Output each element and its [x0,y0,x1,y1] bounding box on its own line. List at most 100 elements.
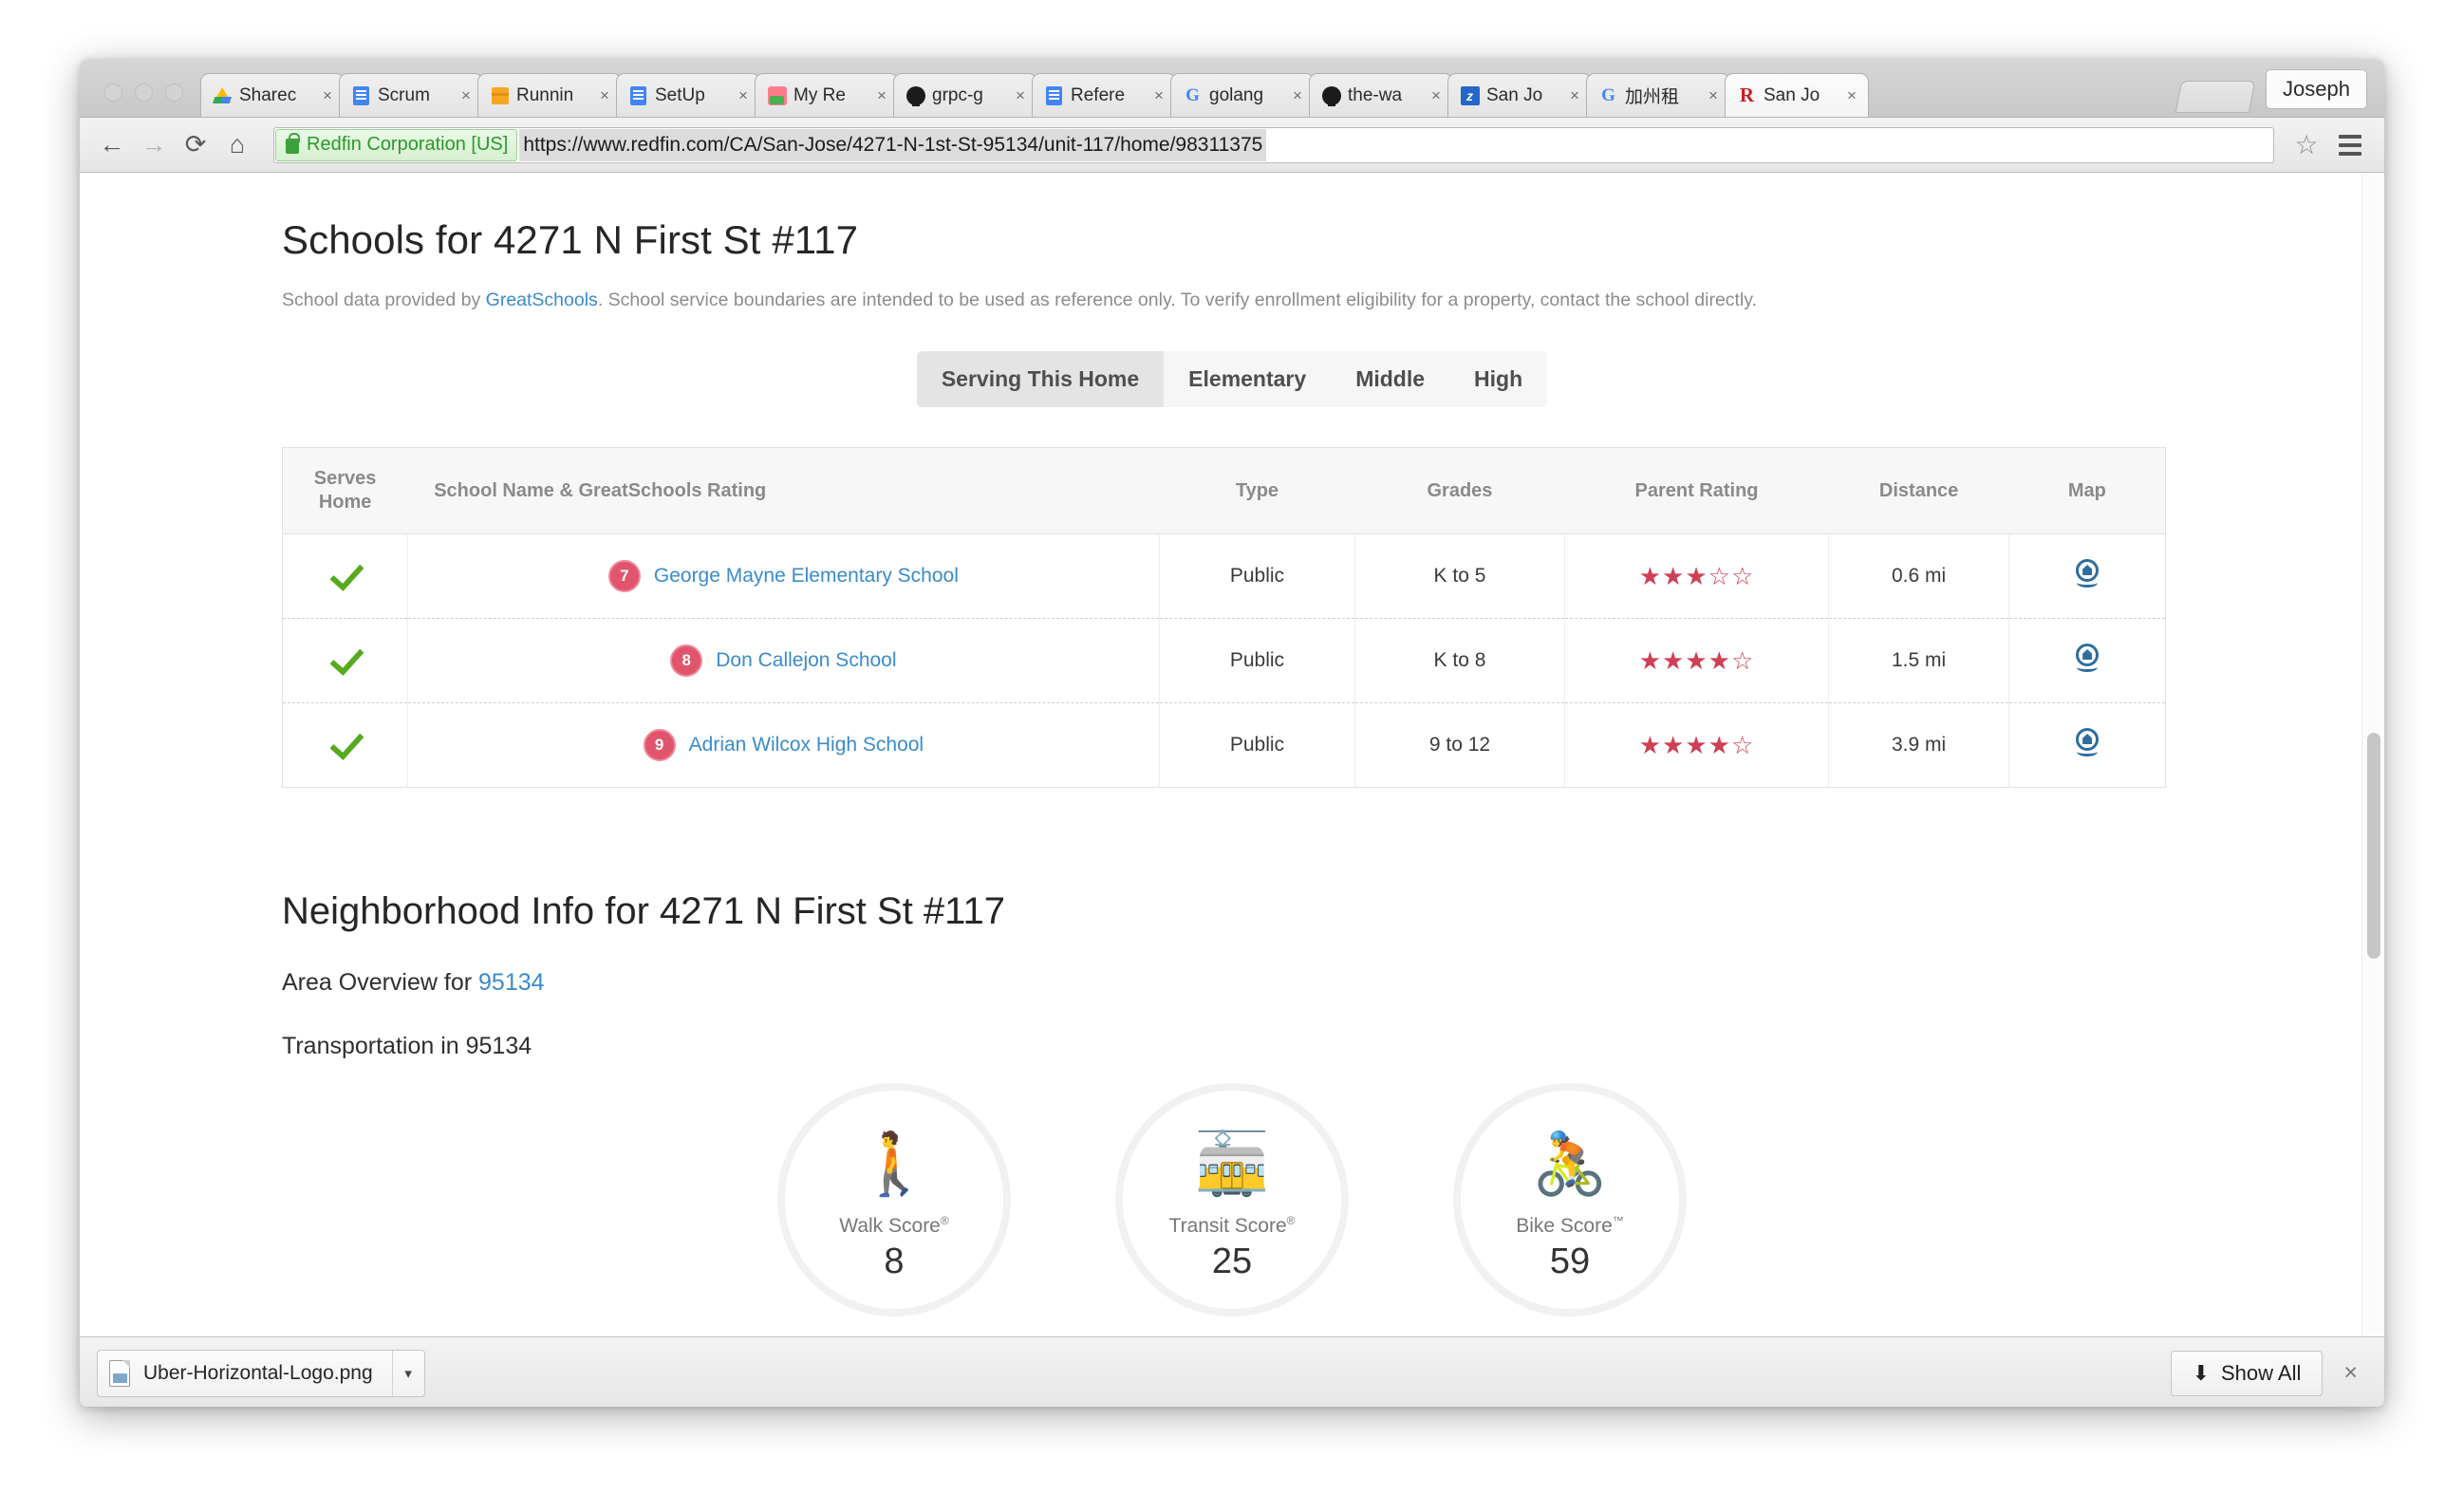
zip-link[interactable]: 95134 [478,969,545,996]
download-file-icon [98,1351,141,1396]
tab-title: Scrum [378,84,430,105]
security-badge[interactable]: Redfin Corporation [US] [275,128,518,161]
tab-title: the-wa [1348,84,1403,105]
web-page-content: Schools for 4271 N First St #117 School … [80,173,2384,1336]
google-docs-icon [628,85,648,105]
check-icon [328,557,361,589]
tab-title: 加州租 [1625,87,1680,107]
security-label: Redfin Corporation [US] [307,134,509,155]
col-map: Map [2008,447,2166,534]
col-serves-home: Serves Home [282,447,408,534]
bookmark-star-icon[interactable]: ☆ [2286,126,2327,164]
minimize-window-button[interactable] [135,84,153,102]
zillow-icon: z [1460,85,1480,105]
close-download-bar-icon[interactable]: × [2338,1359,2363,1387]
tab-close-icon[interactable]: × [871,85,892,106]
star-rating-icon: ★★★☆☆ [1638,561,1755,590]
score-widget[interactable]: 🚶 Walk Score® 8 [777,1083,1011,1317]
tab-close-icon[interactable]: × [594,85,615,106]
google-drive-icon [214,87,232,103]
school-grades-cell: 9 to 12 [1354,702,1566,788]
col-serves-home-line1: Serves [313,468,377,489]
redfin-icon: R [1739,84,1755,106]
github-icon [1321,85,1341,105]
browser-tab[interactable]: Runnin × [477,73,622,117]
check-icon [328,642,361,674]
browser-tab[interactable]: G 加州租 × [1586,73,1730,117]
school-link[interactable]: Don Callejon School [716,649,896,671]
col-serves-home-line2: Home [318,492,372,513]
serves-home-cell [282,533,408,619]
tab-close-icon[interactable]: × [1564,85,1585,106]
page-scrollbar-thumb[interactable] [2367,733,2380,959]
google-drive-icon [213,85,233,105]
table-header-row: Serves Home School Name & GreatSchools R… [282,447,2166,534]
map-pin-icon[interactable] [2074,644,2100,672]
browser-tab[interactable]: Sharec × [200,73,345,117]
serves-home-cell [282,618,408,703]
download-caret-icon[interactable]: ▾ [391,1350,424,1396]
school-link[interactable]: George Mayne Elementary School [654,565,959,587]
browser-tab[interactable]: Scrum × [339,73,483,117]
tab-close-icon[interactable]: × [733,85,754,106]
maximize-window-button[interactable] [165,84,183,102]
tab-close-icon[interactable]: × [1841,85,1862,106]
profile-button[interactable]: Joseph [2266,69,2367,109]
google-docs-icon [351,85,371,105]
school-filter-tab[interactable]: Serving This Home [916,351,1165,407]
url-field[interactable]: https://www.redfin.com/CA/San-Jose/4271-… [518,128,2273,162]
tab-close-icon[interactable]: × [1287,85,1308,106]
home-icon[interactable]: ⌂ [218,126,256,164]
transportation-line: Transportation in 95134 [282,1033,532,1059]
school-link[interactable]: Adrian Wilcox High School [689,734,924,756]
tabs-container: Sharec × Scrum × Runnin × SetUp × My Re × grpc-g × R… [200,73,2173,117]
school-filter-tab[interactable]: Elementary [1164,351,1331,407]
browser-tab[interactable]: R San Jo × [1725,73,1869,117]
browser-tab[interactable]: z San Jo × [1447,73,1592,117]
tab-close-icon[interactable]: × [456,85,476,106]
menu-icon[interactable] [2329,126,2371,164]
browser-tab[interactable]: Ggolang × [1170,73,1315,117]
score-widget[interactable]: 🚋 Transit Score® 25 [1115,1083,1349,1317]
google-icon: G [1183,85,1203,105]
browser-tab[interactable]: the-wa × [1309,73,1453,117]
area-overview-prefix: Area Overview for [282,969,479,996]
forward-icon[interactable]: → [135,126,173,164]
browser-tab[interactable]: SetUp × [616,73,760,117]
download-item[interactable]: Uber-Horizontal-Logo.png ▾ [97,1349,425,1397]
score-label: Transit Score® [1168,1214,1296,1237]
star-rating-icon: ★★★★☆ [1638,645,1755,675]
new-tab-button[interactable] [2175,81,2256,113]
map-pin-icon[interactable] [2074,728,2100,756]
greatschools-link[interactable]: GreatSchools [486,289,598,310]
browser-tab[interactable]: My Re × [755,73,899,117]
page-viewport: Schools for 4271 N First St #117 School … [80,173,2384,1336]
browser-toolbar: ← → ⟳ ⌂ Redfin Corporation [US] https://… [80,118,2384,173]
col-type: Type [1159,447,1355,534]
github-icon [905,85,925,105]
tab-close-icon[interactable]: × [1148,85,1169,106]
address-bar[interactable]: Redfin Corporation [US] https://www.redf… [273,126,2274,163]
reload-icon[interactable]: ⟳ [177,126,215,164]
tab-close-icon[interactable]: × [317,85,338,106]
tab-close-icon[interactable]: × [1703,85,1724,106]
school-filter-tab[interactable]: Middle [1331,351,1449,407]
bicycle-icon: 🚴 [1532,1130,1608,1198]
walking-person-icon: 🚶 [856,1130,932,1198]
browser-tab[interactable]: Refere × [1032,73,1176,117]
school-filter-tabs: Serving This Home Elementary Middle High [916,351,1548,407]
tab-close-icon[interactable]: × [1010,85,1031,106]
close-window-button[interactable] [104,84,122,102]
map-pin-icon[interactable] [2074,559,2100,588]
show-all-downloads-button[interactable]: ⬇ Show All [2170,1350,2324,1396]
page-scrollbar[interactable] [2361,173,2384,1336]
col-parent-rating: Parent Rating [1564,447,1829,534]
area-overview-line: Area Overview for 95134 [282,969,2384,997]
back-icon[interactable]: ← [93,126,131,164]
tab-close-icon[interactable]: × [1426,85,1447,106]
score-widget[interactable]: 🚴 Bike Score™ 59 [1453,1083,1687,1317]
school-filter-tab[interactable]: High [1449,351,1547,407]
browser-tab[interactable]: grpc-g × [893,73,1037,117]
table-row: 8 Don Callejon School Public K to 8 ★★★★☆ 1.5… [282,618,2166,703]
parent-rating-cell: ★★★☆☆ [1564,533,1829,619]
